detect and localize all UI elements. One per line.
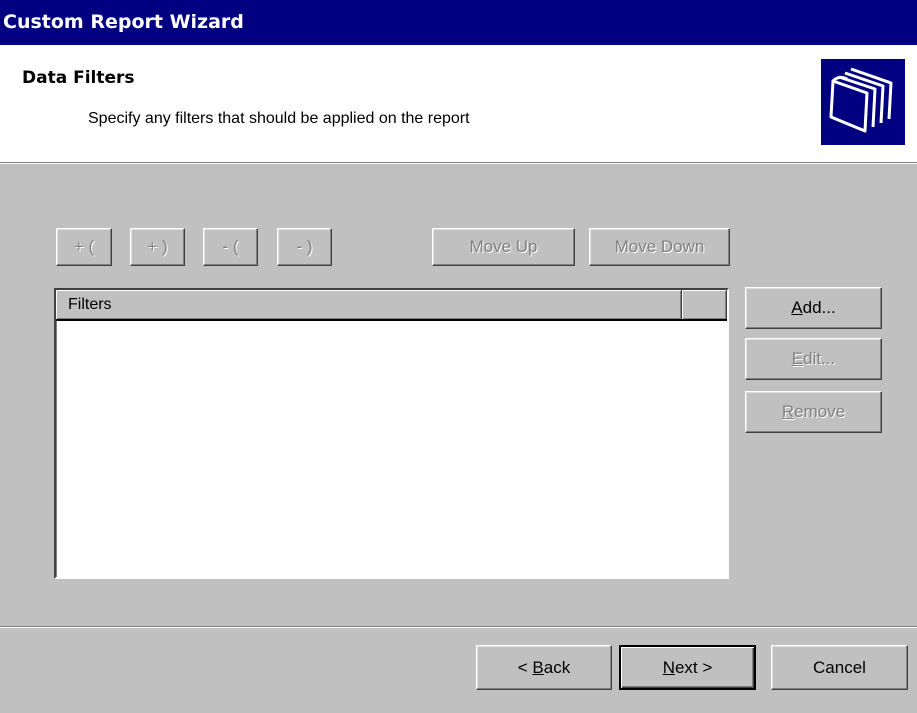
remove-close-paren-button[interactable]: - ) <box>277 228 332 266</box>
wizard-header: Data Filters Specify any filters that sh… <box>0 45 917 164</box>
add-button-rest: dd... <box>802 298 836 317</box>
edit-filter-button[interactable]: Edit... <box>745 338 882 380</box>
back-button[interactable]: < Back <box>476 645 612 690</box>
next-button-accel: N <box>662 657 675 677</box>
add-button-accel: A <box>791 298 803 317</box>
folders-icon <box>821 59 905 145</box>
next-button-rest: ext > <box>674 657 713 677</box>
remove-filter-button[interactable]: Remove <box>745 391 882 433</box>
back-button-accel: B <box>532 657 544 677</box>
next-button[interactable]: Next > <box>619 645 756 690</box>
cancel-button[interactable]: Cancel <box>771 645 908 690</box>
footer-separator-highlight <box>0 627 917 628</box>
page-subtitle: Specify any filters that should be appli… <box>88 110 470 127</box>
filters-list[interactable]: Filters <box>54 288 729 579</box>
page-title: Data Filters <box>22 68 135 88</box>
remove-button-accel: R <box>781 402 795 421</box>
remove-open-paren-button[interactable]: - ( <box>203 228 258 266</box>
custom-report-wizard-window: Custom Report Wizard Data Filters Specif… <box>0 0 917 713</box>
add-open-paren-button[interactable]: + ( <box>56 228 112 266</box>
edit-button-rest: dit... <box>803 349 836 368</box>
column-header-filters[interactable]: Filters <box>56 290 682 319</box>
column-header-extra[interactable] <box>682 290 727 319</box>
add-filter-button[interactable]: Add... <box>745 287 882 329</box>
window-title: Custom Report Wizard <box>3 11 244 33</box>
move-up-button[interactable]: Move Up <box>432 228 575 266</box>
add-close-paren-button[interactable]: + ) <box>130 228 185 266</box>
remove-button-rest: emove <box>794 402 846 421</box>
edit-button-accel: E <box>791 349 804 368</box>
back-button-rest: ack <box>543 657 571 677</box>
title-bar: Custom Report Wizard <box>0 0 917 45</box>
move-down-button[interactable]: Move Down <box>589 228 730 266</box>
back-button-prefix: < <box>517 657 533 677</box>
list-header: Filters <box>56 290 727 321</box>
